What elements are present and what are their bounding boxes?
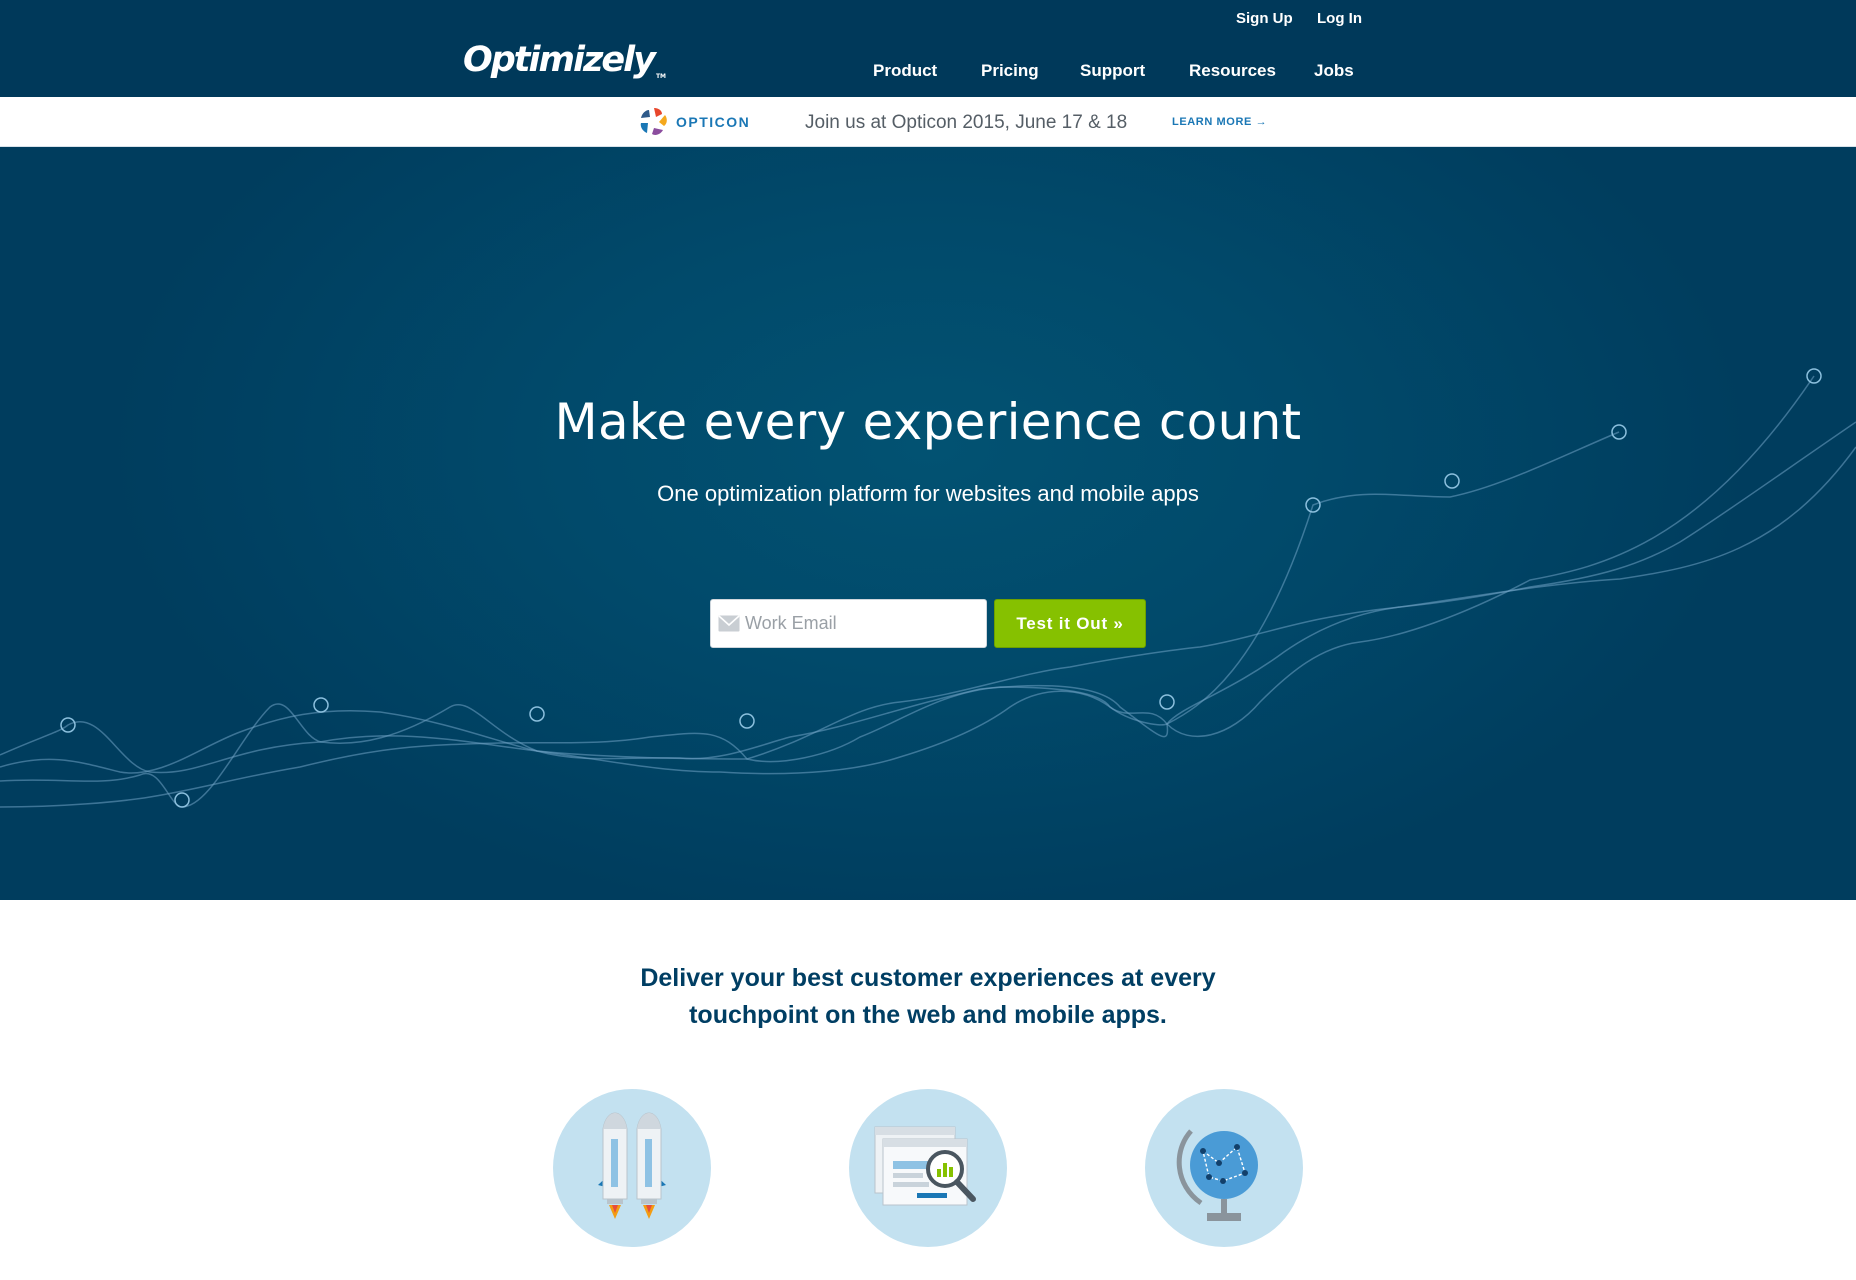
features-heading: Deliver your best customer experiences a… xyxy=(0,960,1856,1034)
logo-trademark: TM xyxy=(655,73,667,80)
announcement-bar: OPTICON Join us at Opticon 2015, June 17… xyxy=(0,97,1856,147)
nav-item-pricing[interactable]: Pricing xyxy=(981,61,1039,81)
feature-analytics xyxy=(849,1089,1007,1247)
features-heading-line-2: touchpoint on the web and mobile apps. xyxy=(689,1001,1167,1029)
work-email-input[interactable] xyxy=(745,600,981,647)
sign-up-link[interactable]: Sign Up xyxy=(1236,10,1293,27)
test-it-out-button[interactable]: Test it Out » xyxy=(994,599,1146,648)
features-heading-line-1: Deliver your best customer experiences a… xyxy=(640,964,1216,992)
hero-subtitle: One optimization platform for websites a… xyxy=(657,481,1199,506)
globe-icon xyxy=(1176,1129,1258,1221)
nav-item-jobs[interactable]: Jobs xyxy=(1314,61,1354,81)
hero-title: Make every experience count xyxy=(554,393,1302,451)
opticon-logo-icon xyxy=(640,108,667,135)
browser-analytics-icon xyxy=(874,1126,976,1206)
rocket-icon xyxy=(598,1112,666,1219)
nav-item-product[interactable]: Product xyxy=(873,61,937,81)
hero-line-graph-decoration xyxy=(0,368,1856,808)
learn-more-link[interactable]: LEARN MORE → xyxy=(1172,116,1267,128)
hero-section: Make every experience count One optimiza… xyxy=(0,147,1856,900)
nav-item-support[interactable]: Support xyxy=(1080,61,1145,81)
opticon-wordmark: OPTICON xyxy=(676,114,751,130)
optimizely-logo[interactable]: Optimizely TM xyxy=(463,40,666,80)
feature-globe xyxy=(1145,1089,1303,1247)
feature-rocket xyxy=(553,1089,711,1247)
announcement-text: Join us at Opticon 2015, June 17 & 18 xyxy=(805,112,1128,133)
email-field-wrapper xyxy=(710,599,987,648)
envelope-icon xyxy=(718,615,740,632)
nav-item-resources[interactable]: Resources xyxy=(1189,61,1276,81)
logo-wordmark: Optimizely xyxy=(463,40,656,80)
log-in-link[interactable]: Log In xyxy=(1317,10,1362,27)
site-header: Sign Up Log In Optimizely TM Product Pric… xyxy=(0,0,1856,97)
